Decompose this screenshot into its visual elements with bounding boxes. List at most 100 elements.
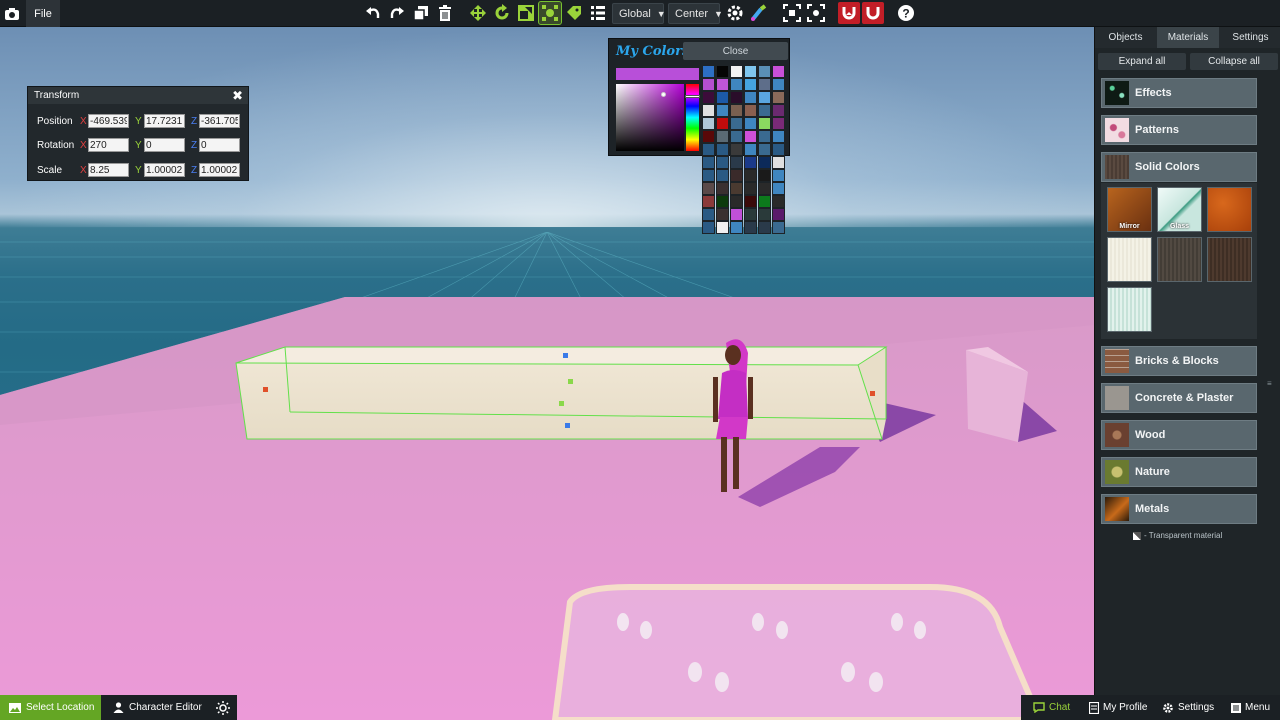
color-swatch[interactable] — [758, 117, 771, 130]
color-swatch[interactable] — [772, 78, 785, 91]
color-swatch[interactable] — [758, 130, 771, 143]
color-swatch[interactable] — [730, 156, 743, 169]
scale-icon[interactable] — [515, 2, 537, 24]
category-bricks-blocks[interactable]: Bricks & Blocks — [1101, 346, 1257, 376]
color-swatch[interactable] — [758, 104, 771, 117]
color-swatch[interactable] — [744, 221, 757, 234]
color-swatch[interactable] — [730, 221, 743, 234]
color-swatch[interactable] — [730, 143, 743, 156]
color-swatch[interactable] — [702, 208, 715, 221]
scale-y-input[interactable] — [144, 163, 185, 177]
focus-icon[interactable] — [781, 2, 803, 24]
color-swatch[interactable] — [758, 169, 771, 182]
color-swatch[interactable] — [772, 195, 785, 208]
color-swatch[interactable] — [758, 91, 771, 104]
move-icon[interactable] — [467, 2, 489, 24]
tab-settings[interactable]: Settings — [1220, 27, 1280, 48]
category-metals[interactable]: Metals — [1101, 494, 1257, 524]
material-glass[interactable]: Glass — [1157, 187, 1202, 232]
color-swatch[interactable] — [772, 208, 785, 221]
color-swatch[interactable] — [744, 182, 757, 195]
material-mirror[interactable]: Mirror — [1107, 187, 1152, 232]
scale-x-input[interactable] — [88, 163, 129, 177]
color-swatch[interactable] — [702, 78, 715, 91]
color-swatch[interactable] — [702, 182, 715, 195]
category-nature[interactable]: Nature — [1101, 457, 1257, 487]
color-swatch[interactable] — [702, 156, 715, 169]
color-swatch[interactable] — [772, 221, 785, 234]
color-swatch[interactable] — [744, 169, 757, 182]
sun-icon[interactable] — [211, 695, 235, 720]
category-effects[interactable]: Effects — [1101, 78, 1257, 108]
trash-icon[interactable] — [434, 2, 456, 24]
color-swatch[interactable] — [702, 91, 715, 104]
color-swatch[interactable] — [716, 169, 729, 182]
color-swatch[interactable] — [744, 78, 757, 91]
character-editor-button[interactable]: Character Editor — [106, 695, 206, 720]
my-profile-button[interactable]: My Profile — [1089, 695, 1147, 720]
color-swatch[interactable] — [716, 156, 729, 169]
color-swatch[interactable] — [702, 169, 715, 182]
magnet-icon[interactable] — [862, 2, 884, 24]
color-swatch[interactable] — [730, 169, 743, 182]
tab-objects[interactable]: Objects — [1095, 27, 1156, 48]
color-swatch[interactable] — [744, 91, 757, 104]
category-patterns[interactable]: Patterns — [1101, 115, 1257, 145]
color-swatch[interactable] — [730, 104, 743, 117]
frame-selection-icon[interactable] — [805, 2, 827, 24]
space-dropdown[interactable]: Global ▼ — [612, 3, 666, 24]
material-white[interactable] — [1107, 237, 1152, 282]
magnet-down-icon[interactable] — [838, 2, 860, 24]
list-icon[interactable] — [587, 2, 609, 24]
color-swatch[interactable] — [758, 221, 771, 234]
color-swatch[interactable] — [702, 221, 715, 234]
color-swatch[interactable] — [702, 65, 715, 78]
color-swatch[interactable] — [730, 195, 743, 208]
color-swatch[interactable] — [716, 208, 729, 221]
color-swatch[interactable] — [730, 208, 743, 221]
color-swatch[interactable] — [772, 91, 785, 104]
material-brown-wood[interactable] — [1207, 237, 1252, 282]
select-location-button[interactable]: Select Location — [0, 695, 101, 720]
color-swatch[interactable] — [744, 117, 757, 130]
color-swatch[interactable] — [758, 156, 771, 169]
color-swatch[interactable] — [758, 195, 771, 208]
color-swatch[interactable] — [772, 117, 785, 130]
color-swatch[interactable] — [744, 208, 757, 221]
color-swatch[interactable] — [772, 104, 785, 117]
help-icon[interactable]: ? — [895, 2, 917, 24]
color-swatch[interactable] — [730, 130, 743, 143]
undo-icon[interactable] — [362, 2, 384, 24]
color-swatch[interactable] — [716, 117, 729, 130]
color-swatch[interactable] — [772, 143, 785, 156]
menu-button[interactable]: Menu — [1231, 695, 1270, 720]
pivot-tool-icon[interactable] — [538, 1, 562, 25]
color-swatch[interactable] — [702, 143, 715, 156]
color-swatch[interactable] — [716, 143, 729, 156]
color-swatch[interactable] — [716, 182, 729, 195]
color-swatch[interactable] — [716, 65, 729, 78]
color-swatch[interactable] — [758, 143, 771, 156]
color-swatch[interactable] — [730, 65, 743, 78]
position-y-input[interactable] — [144, 114, 185, 128]
color-swatch[interactable] — [702, 117, 715, 130]
hue-slider[interactable] — [685, 84, 700, 151]
settings-button[interactable]: Settings — [1162, 695, 1214, 720]
close-icon[interactable]: ✖ — [232, 88, 243, 104]
rotation-z-input[interactable] — [199, 138, 240, 152]
rotate-icon[interactable] — [491, 2, 513, 24]
rotation-x-input[interactable] — [88, 138, 129, 152]
color-swatch[interactable] — [730, 91, 743, 104]
color-picker-icon[interactable] — [748, 2, 770, 24]
saturation-value-picker[interactable] — [616, 84, 684, 151]
color-swatch[interactable] — [702, 195, 715, 208]
hue-slider-handle[interactable] — [685, 95, 700, 98]
camera-icon[interactable] — [0, 0, 24, 27]
color-swatch[interactable] — [772, 130, 785, 143]
chat-button[interactable]: Chat — [1033, 695, 1070, 720]
rotation-y-input[interactable] — [144, 138, 185, 152]
color-swatch[interactable] — [744, 65, 757, 78]
duplicate-icon[interactable] — [410, 2, 432, 24]
paint-tag-icon[interactable] — [563, 2, 585, 24]
material-orange[interactable] — [1207, 187, 1252, 232]
